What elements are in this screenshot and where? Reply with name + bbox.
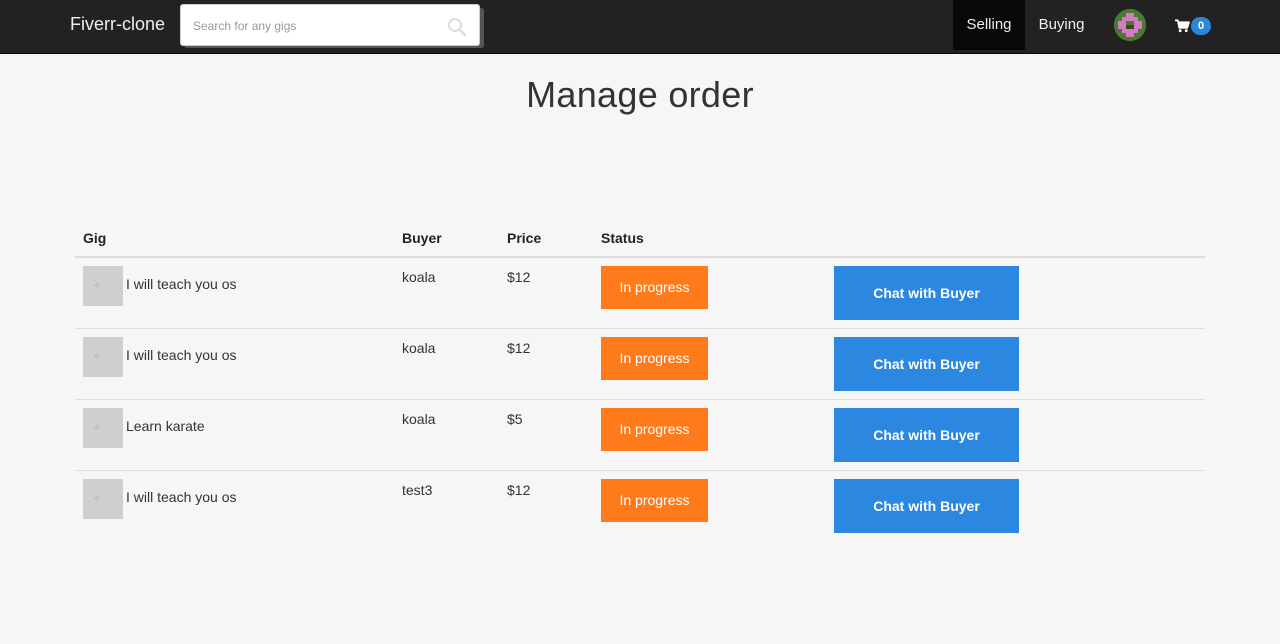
- order-price: $12: [507, 340, 531, 356]
- gig-title[interactable]: Learn karate: [126, 418, 205, 434]
- avatar-identicon: [1114, 9, 1146, 41]
- table-row: ⟡ I will teach you os koala $12 In progr…: [75, 329, 1205, 400]
- status-badge: In progress: [601, 337, 708, 380]
- avatar[interactable]: [1114, 9, 1146, 41]
- table-row: ⟡ I will teach you os test3 $12 In progr…: [75, 471, 1205, 542]
- nav-selling[interactable]: Selling: [953, 0, 1025, 50]
- thumbnail-watermark: ⟡: [94, 280, 100, 290]
- search-input[interactable]: [193, 16, 433, 36]
- page-title: Manage order: [526, 74, 754, 115]
- chat-with-buyer-button[interactable]: Chat with Buyer: [834, 479, 1019, 533]
- status-badge: In progress: [601, 266, 708, 309]
- cart-link[interactable]: 0: [1175, 16, 1211, 36]
- cart-count-badge: 0: [1191, 17, 1211, 35]
- nav-buying[interactable]: Buying: [1025, 0, 1098, 50]
- gig-title[interactable]: I will teach you os: [126, 276, 237, 292]
- buyer-name: koala: [402, 411, 436, 427]
- gig-thumbnail[interactable]: ⟡: [83, 479, 123, 519]
- order-price: $12: [507, 269, 531, 285]
- thumbnail-watermark: ⟡: [94, 351, 100, 361]
- order-price: $5: [507, 411, 523, 427]
- gig-thumbnail[interactable]: ⟡: [83, 337, 123, 377]
- gig-thumbnail[interactable]: ⟡: [83, 266, 123, 306]
- gig-title[interactable]: I will teach you os: [126, 347, 237, 363]
- chat-with-buyer-button[interactable]: Chat with Buyer: [834, 337, 1019, 391]
- thumbnail-watermark: ⟡: [94, 422, 100, 432]
- cart-icon: [1175, 19, 1190, 33]
- search-box: [180, 4, 480, 46]
- orders-table: Gig Buyer Price Status ⟡ I will teach yo…: [75, 222, 1205, 542]
- brand-link[interactable]: Fiverr-clone: [70, 14, 165, 35]
- table-header: Gig Buyer Price Status: [75, 222, 1205, 258]
- order-price: $12: [507, 482, 531, 498]
- header-gig: Gig: [83, 230, 107, 246]
- table-row: ⟡ Learn karate koala $5 In progress Chat…: [75, 400, 1205, 471]
- buyer-name: koala: [402, 340, 436, 356]
- chat-with-buyer-button[interactable]: Chat with Buyer: [834, 266, 1019, 320]
- gig-thumbnail[interactable]: ⟡: [83, 408, 123, 448]
- status-badge: In progress: [601, 479, 708, 522]
- header-status: Status: [601, 230, 644, 246]
- navbar: Fiverr-clone Selling Buying: [0, 0, 1280, 54]
- gig-title[interactable]: I will teach you os: [126, 489, 237, 505]
- buyer-name: test3: [402, 482, 433, 498]
- search-wrapper: [180, 4, 484, 48]
- buyer-name: koala: [402, 269, 436, 285]
- header-buyer: Buyer: [402, 230, 442, 246]
- thumbnail-watermark: ⟡: [94, 493, 100, 503]
- header-price: Price: [507, 230, 542, 246]
- table-row: ⟡ I will teach you os koala $12 In progr…: [75, 258, 1205, 329]
- chat-with-buyer-button[interactable]: Chat with Buyer: [834, 408, 1019, 462]
- search-icon[interactable]: [447, 17, 467, 37]
- status-badge: In progress: [601, 408, 708, 451]
